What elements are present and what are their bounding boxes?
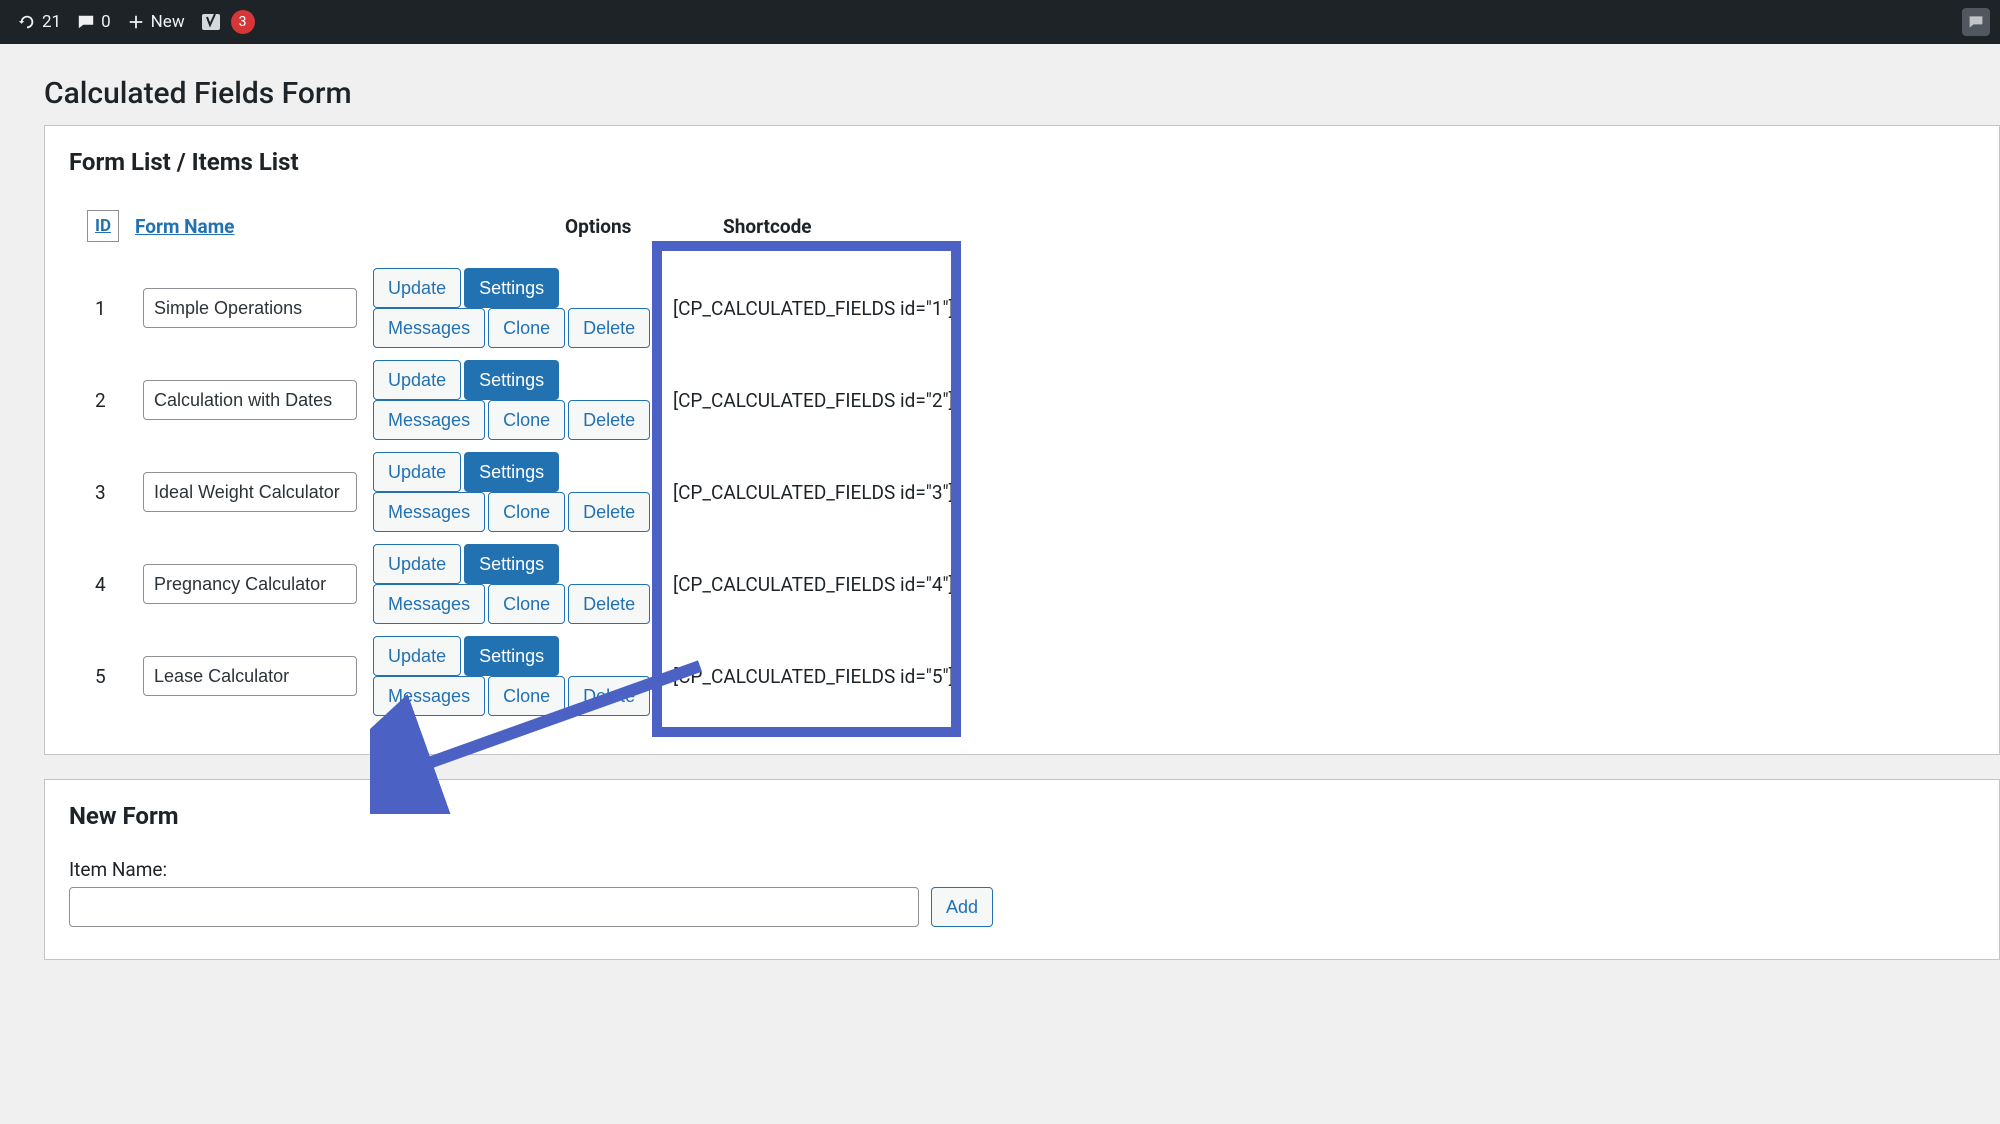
clone-button[interactable]: Clone [488,308,565,348]
update-button[interactable]: Update [373,268,461,308]
form-name-input[interactable] [143,564,357,604]
settings-button[interactable]: Settings [464,636,559,676]
row-id: 1 [87,262,135,354]
plus-icon [127,13,145,31]
form-name-input[interactable] [143,288,357,328]
updates-count: 21 [42,12,61,32]
clone-button[interactable]: Clone [488,584,565,624]
table-row: 1UpdateSettingsMessagesCloneDelete[CP_CA… [87,262,962,354]
update-button[interactable]: Update [373,636,461,676]
form-name-input[interactable] [143,656,357,696]
yoast-badge: 3 [231,10,255,34]
table-row: 2UpdateSettingsMessagesCloneDelete[CP_CA… [87,354,962,446]
settings-button[interactable]: Settings [464,268,559,308]
yoast-menu[interactable]: 3 [193,0,263,44]
updates-menu[interactable]: 21 [10,0,69,44]
shortcode-text: [CP_CALCULATED_FIELDS id="2"] [665,354,962,446]
shortcode-text: [CP_CALCULATED_FIELDS id="4"] [665,538,962,630]
item-name-input[interactable] [69,887,919,927]
delete-button[interactable]: Delete [568,492,650,532]
messages-button[interactable]: Messages [373,492,485,532]
new-content-menu[interactable]: New [119,0,193,44]
settings-button[interactable]: Settings [464,544,559,584]
admin-page: Calculated Fields Form Form List / Items… [0,44,2000,960]
form-list-table: ID Form Name Options Shortcode 1UpdateSe… [87,204,962,722]
shortcode-text: [CP_CALCULATED_FIELDS id="1"] [665,262,962,354]
form-name-input[interactable] [143,472,357,512]
form-name-input[interactable] [143,380,357,420]
messages-button[interactable]: Messages [373,400,485,440]
options-header: Options [365,204,665,262]
add-button[interactable]: Add [931,887,993,927]
delete-button[interactable]: Delete [568,308,650,348]
page-title: Calculated Fields Form [44,76,2000,111]
table-row: 4UpdateSettingsMessagesCloneDelete[CP_CA… [87,538,962,630]
clone-button[interactable]: Clone [488,492,565,532]
new-form-panel: New Form Item Name: Add [44,779,2000,960]
options-cell: UpdateSettingsMessagesCloneDelete [365,262,665,354]
update-button[interactable]: Update [373,452,461,492]
yoast-icon [201,12,221,32]
form-list-heading: Form List / Items List [69,148,1975,176]
shortcode-text: [CP_CALCULATED_FIELDS id="5"] [665,630,962,722]
update-button[interactable]: Update [373,360,461,400]
item-name-label: Item Name: [69,858,1975,881]
new-label: New [151,12,185,32]
comments-count: 0 [101,12,111,32]
clone-button[interactable]: Clone [488,676,565,716]
table-row: 5UpdateSettingsMessagesCloneDelete[CP_CA… [87,630,962,722]
options-cell: UpdateSettingsMessagesCloneDelete [365,538,665,630]
settings-button[interactable]: Settings [464,360,559,400]
refresh-icon [18,13,36,31]
options-cell: UpdateSettingsMessagesCloneDelete [365,354,665,446]
sort-by-name[interactable]: Form Name [135,215,234,238]
shortcode-text: [CP_CALCULATED_FIELDS id="3"] [665,446,962,538]
admin-bar: 21 0 New 3 [0,0,2000,44]
row-id: 2 [87,354,135,446]
settings-button[interactable]: Settings [464,452,559,492]
clone-button[interactable]: Clone [488,400,565,440]
messages-button[interactable]: Messages [373,584,485,624]
sort-by-id[interactable]: ID [87,210,119,242]
comment-icon [77,13,95,31]
shortcode-header: Shortcode [665,204,962,262]
messages-button[interactable]: Messages [373,676,485,716]
row-id: 3 [87,446,135,538]
new-form-heading: New Form [69,802,1975,830]
adminbar-right-icon[interactable] [1962,8,1990,36]
delete-button[interactable]: Delete [568,584,650,624]
row-id: 4 [87,538,135,630]
messages-button[interactable]: Messages [373,308,485,348]
options-cell: UpdateSettingsMessagesCloneDelete [365,630,665,722]
table-row: 3UpdateSettingsMessagesCloneDelete[CP_CA… [87,446,962,538]
row-id: 5 [87,630,135,722]
delete-button[interactable]: Delete [568,400,650,440]
options-cell: UpdateSettingsMessagesCloneDelete [365,446,665,538]
form-list-panel: Form List / Items List ID Form Name Opti… [44,125,2000,755]
delete-button[interactable]: Delete [568,676,650,716]
comments-menu[interactable]: 0 [69,0,119,44]
update-button[interactable]: Update [373,544,461,584]
